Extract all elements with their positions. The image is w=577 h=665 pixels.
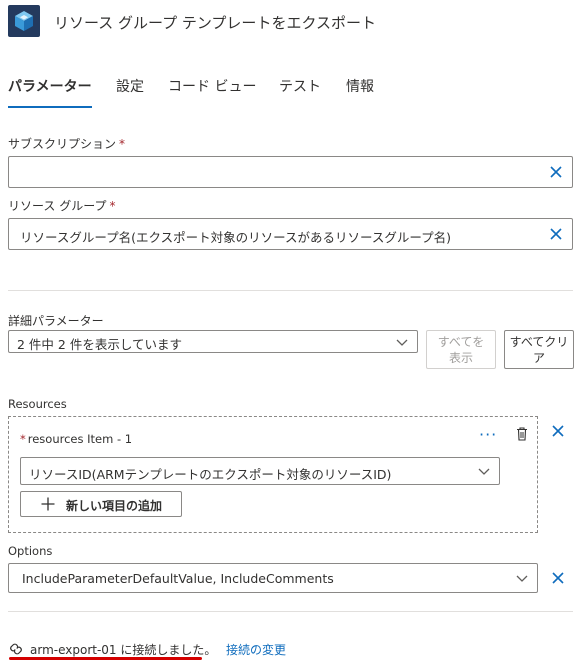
show-all-button[interactable]: すべてを 表示 [426, 330, 496, 369]
required-marker: * [119, 137, 126, 151]
resource-group-value: リソースグループ名(エクスポート対象のリソースがあるリソースグループ名) [20, 230, 452, 245]
add-new-item-button[interactable]: 新しい項目の追加 [20, 491, 182, 517]
options-value: IncludeParameterDefaultValue, IncludeCom… [22, 571, 334, 586]
connection-status-text: arm-export-01 に接続しました。 [30, 643, 217, 657]
resource-id-value: リソースID(ARMテンプレートのエクスポート対象のリソースID) [29, 467, 392, 482]
connection-link-icon [10, 643, 22, 655]
tab-code-view[interactable]: コード ビュー [168, 76, 256, 108]
tab-settings[interactable]: 設定 [116, 76, 144, 108]
change-connection-link[interactable]: 接続の変更 [226, 641, 286, 658]
chevron-down-icon [478, 468, 490, 475]
highlight-underline [9, 657, 202, 660]
advanced-parameters-value: 2 件中 2 件を表示しています [17, 337, 182, 352]
clear-icon[interactable] [548, 226, 564, 242]
divider [8, 611, 573, 612]
required-marker: * [109, 199, 116, 213]
resources-item-label: * resources Item - 1 [20, 432, 133, 446]
clear-icon[interactable] [548, 164, 564, 180]
chevron-down-icon [516, 575, 528, 582]
tab-info[interactable]: 情報 [346, 76, 374, 108]
header: リソース グループ テンプレートをエクスポート [8, 5, 568, 37]
subscription-label: サブスクリプション * [8, 137, 126, 151]
chevron-down-icon [396, 339, 408, 346]
more-options-icon[interactable]: ··· [479, 425, 497, 444]
advanced-parameters-label: 詳細パラメーター [8, 314, 104, 328]
divider [8, 290, 573, 291]
tab-parameters[interactable]: パラメーター [8, 76, 92, 108]
page-title: リソース グループ テンプレートをエクスポート [54, 14, 376, 32]
resources-label: Resources [8, 397, 67, 411]
connection-footer: arm-export-01 に接続しました。 接続の変更 [8, 640, 568, 664]
remove-resources-icon[interactable] [550, 423, 566, 439]
clear-options-icon[interactable] [550, 570, 566, 586]
required-marker: * [20, 432, 26, 446]
subscription-field[interactable] [8, 156, 573, 188]
options-dropdown[interactable]: IncludeParameterDefaultValue, IncludeCom… [8, 563, 538, 593]
advanced-parameters-dropdown[interactable]: 2 件中 2 件を表示しています [8, 330, 418, 353]
clear-all-button[interactable]: すべてクリア [504, 330, 574, 369]
resources-array-box: * resources Item - 1 ··· リソースID(ARMテンプレート… [8, 416, 538, 533]
delete-item-icon[interactable] [514, 426, 530, 442]
resource-group-field[interactable]: リソースグループ名(エクスポート対象のリソースがあるリソースグループ名) [8, 218, 573, 250]
tab-test[interactable]: テスト [279, 76, 321, 108]
options-label: Options [8, 544, 53, 558]
resource-group-label: リソース グループ * [8, 199, 116, 213]
resource-group-cube-icon [8, 5, 40, 37]
plus-icon [41, 497, 55, 511]
add-new-item-label: 新しい項目の追加 [66, 499, 163, 513]
resource-id-dropdown[interactable]: リソースID(ARMテンプレートのエクスポート対象のリソースID) [20, 457, 500, 485]
